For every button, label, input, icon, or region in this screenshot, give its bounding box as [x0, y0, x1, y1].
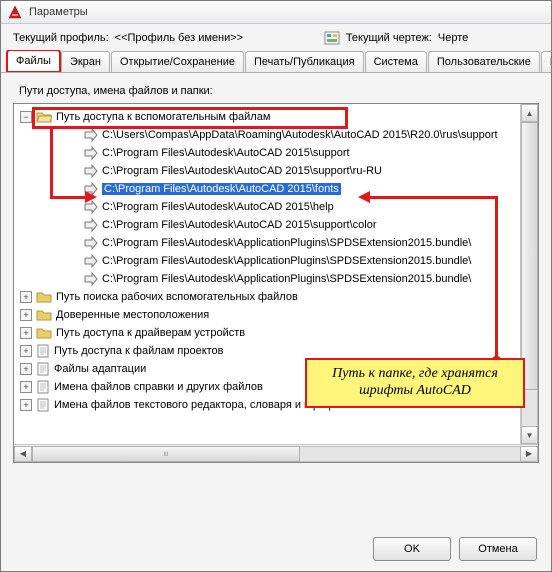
- folder-icon: [36, 290, 52, 304]
- path-arrow-icon: [84, 272, 98, 286]
- folder-icon: [36, 308, 52, 322]
- tree-sibling-label: Путь доступа к файлам проектов: [54, 345, 224, 357]
- tree-sibling[interactable]: + Доверенные местоположения: [16, 306, 538, 324]
- tree-path-item[interactable]: C:\Program Files\Autodesk\ApplicationPlu…: [16, 234, 538, 252]
- current-drawing-label: Текущий чертеж:: [346, 32, 432, 44]
- toggle-icon[interactable]: +: [20, 381, 32, 393]
- tree-path-item[interactable]: C:\Program Files\Autodesk\ApplicationPlu…: [16, 252, 538, 270]
- toggle-icon[interactable]: +: [20, 345, 32, 357]
- tree-path-item[interactable]: C:\Program Files\Autodesk\AutoCAD 2015\s…: [16, 162, 538, 180]
- current-drawing-value: Черте: [438, 32, 468, 44]
- panel: Пути доступа, имена файлов и папки: − Пу…: [1, 73, 551, 527]
- tree-sibling[interactable]: + Файлы адаптации: [16, 360, 538, 378]
- toggle-icon[interactable]: +: [20, 291, 32, 303]
- tree-path-label: C:\Users\Compas\AppData\Roaming\Autodesk…: [102, 129, 498, 141]
- hscroll-track[interactable]: [32, 446, 520, 462]
- vscroll-thumb[interactable]: [521, 122, 538, 390]
- toggle-icon[interactable]: −: [20, 111, 32, 123]
- tree-sibling-label: Путь поиска рабочих вспомогательных файл…: [56, 291, 298, 303]
- page-icon: [36, 380, 50, 394]
- tree-sibling-label: Имена файлов справки и других файлов: [54, 381, 263, 393]
- tree-sibling-label: Путь доступа к драйверам устройств: [56, 327, 245, 339]
- hscroll-thumb[interactable]: [32, 446, 300, 462]
- ok-button-label: OK: [404, 543, 420, 555]
- tree-sibling[interactable]: + Имена файлов справки и других файлов: [16, 378, 538, 396]
- tree-path-label: C:\Program Files\Autodesk\AutoCAD 2015\s…: [102, 147, 350, 159]
- horizontal-scrollbar[interactable]: ◀ ▶: [14, 444, 538, 462]
- page-icon: [36, 398, 50, 412]
- scroll-up-button[interactable]: ▲: [521, 104, 538, 122]
- path-arrow-icon: [84, 200, 98, 214]
- tab-5[interactable]: Пользовательские: [428, 51, 540, 73]
- path-arrow-icon: [84, 128, 98, 142]
- path-arrow-icon: [84, 146, 98, 160]
- drawing-icon: [324, 30, 340, 46]
- folder-icon: [36, 326, 52, 340]
- folder-open-icon: [36, 110, 52, 124]
- tree-path-label: C:\Program Files\Autodesk\ApplicationPlu…: [102, 237, 471, 249]
- toggle-icon[interactable]: +: [20, 399, 32, 411]
- tree-path-label: C:\Program Files\Autodesk\ApplicationPlu…: [102, 273, 471, 285]
- tree-sibling[interactable]: + Путь доступа к драйверам устройств: [16, 324, 538, 342]
- scroll-left-button[interactable]: ◀: [14, 446, 32, 462]
- tree-path-item[interactable]: C:\Program Files\Autodesk\AutoCAD 2015\s…: [16, 216, 538, 234]
- tree-sibling[interactable]: + Имена файлов текстового редактора, сло…: [16, 396, 538, 414]
- tree-path-label: C:\Program Files\Autodesk\AutoCAD 2015\s…: [102, 165, 382, 177]
- window-title: Параметры: [29, 6, 88, 18]
- tabs: ФайлыЭкранОткрытие/СохранениеПечать/Публ…: [1, 50, 551, 73]
- path-arrow-icon: [84, 254, 98, 268]
- vertical-scrollbar[interactable]: ▲ ▼: [520, 104, 538, 444]
- tab-1[interactable]: Экран: [61, 51, 110, 73]
- path-arrow-icon: [84, 236, 98, 250]
- panel-caption: Пути доступа, имена файлов и папки:: [19, 85, 539, 97]
- cancel-button[interactable]: Отмена: [459, 537, 537, 561]
- options-dialog: Параметры Текущий профиль: <<Профиль без…: [0, 0, 552, 572]
- toggle-icon[interactable]: +: [20, 327, 32, 339]
- tree-path-label: C:\Program Files\Autodesk\AutoCAD 2015\f…: [102, 183, 341, 195]
- toggle-icon[interactable]: +: [20, 309, 32, 321]
- path-arrow-icon: [84, 218, 98, 232]
- path-arrow-icon: [84, 164, 98, 178]
- tree-path-label: C:\Program Files\Autodesk\ApplicationPlu…: [102, 255, 471, 267]
- tab-3[interactable]: Печать/Публикация: [245, 51, 364, 73]
- dialog-buttons: OK Отмена: [1, 527, 551, 571]
- app-icon: [7, 4, 23, 20]
- tab-2[interactable]: Открытие/Сохранение: [111, 51, 244, 73]
- path-arrow-icon: [84, 182, 98, 196]
- tab-4[interactable]: Система: [365, 51, 427, 73]
- page-icon: [36, 344, 50, 358]
- cancel-button-label: Отмена: [478, 543, 517, 555]
- tree-sibling[interactable]: + Путь доступа к файлам проектов: [16, 342, 538, 360]
- toggle-icon[interactable]: +: [20, 363, 32, 375]
- tab-6[interactable]: Построе: [541, 51, 551, 73]
- tree-path-item[interactable]: C:\Program Files\Autodesk\AutoCAD 2015\s…: [16, 144, 538, 162]
- ok-button[interactable]: OK: [373, 537, 451, 561]
- tree-path-item[interactable]: C:\Program Files\Autodesk\ApplicationPlu…: [16, 270, 538, 288]
- scroll-down-button[interactable]: ▼: [521, 426, 538, 444]
- tree-sibling-label: Имена файлов текстового редактора, слова…: [54, 399, 351, 411]
- page-icon: [36, 362, 50, 376]
- tree-sibling-label: Файлы адаптации: [54, 363, 146, 375]
- tree-root-label: Путь доступа к вспомогательным файлам: [56, 111, 270, 123]
- tree: − Путь доступа к вспомогательным файлам …: [13, 103, 539, 463]
- vscroll-track[interactable]: [521, 122, 538, 426]
- titlebar: Параметры: [1, 1, 551, 24]
- tab-0[interactable]: Файлы: [7, 50, 60, 72]
- current-profile-label: Текущий профиль:: [13, 32, 109, 44]
- tree-path-item[interactable]: C:\Program Files\Autodesk\AutoCAD 2015\f…: [16, 180, 538, 198]
- tree-path-label: C:\Program Files\Autodesk\AutoCAD 2015\s…: [102, 219, 377, 231]
- tree-body[interactable]: − Путь доступа к вспомогательным файлам …: [14, 104, 538, 444]
- tree-sibling-label: Доверенные местоположения: [56, 309, 209, 321]
- tree-path-label: C:\Program Files\Autodesk\AutoCAD 2015\h…: [102, 201, 334, 213]
- tree-sibling[interactable]: + Путь поиска рабочих вспомогательных фа…: [16, 288, 538, 306]
- tree-path-item[interactable]: C:\Program Files\Autodesk\AutoCAD 2015\h…: [16, 198, 538, 216]
- scroll-right-button[interactable]: ▶: [520, 446, 538, 462]
- tree-path-item[interactable]: C:\Users\Compas\AppData\Roaming\Autodesk…: [16, 126, 538, 144]
- header-row: Текущий профиль: <<Профиль без имени>> Т…: [1, 24, 551, 50]
- current-profile-value: <<Профиль без имени>>: [115, 32, 243, 44]
- tree-root[interactable]: − Путь доступа к вспомогательным файлам: [16, 108, 538, 126]
